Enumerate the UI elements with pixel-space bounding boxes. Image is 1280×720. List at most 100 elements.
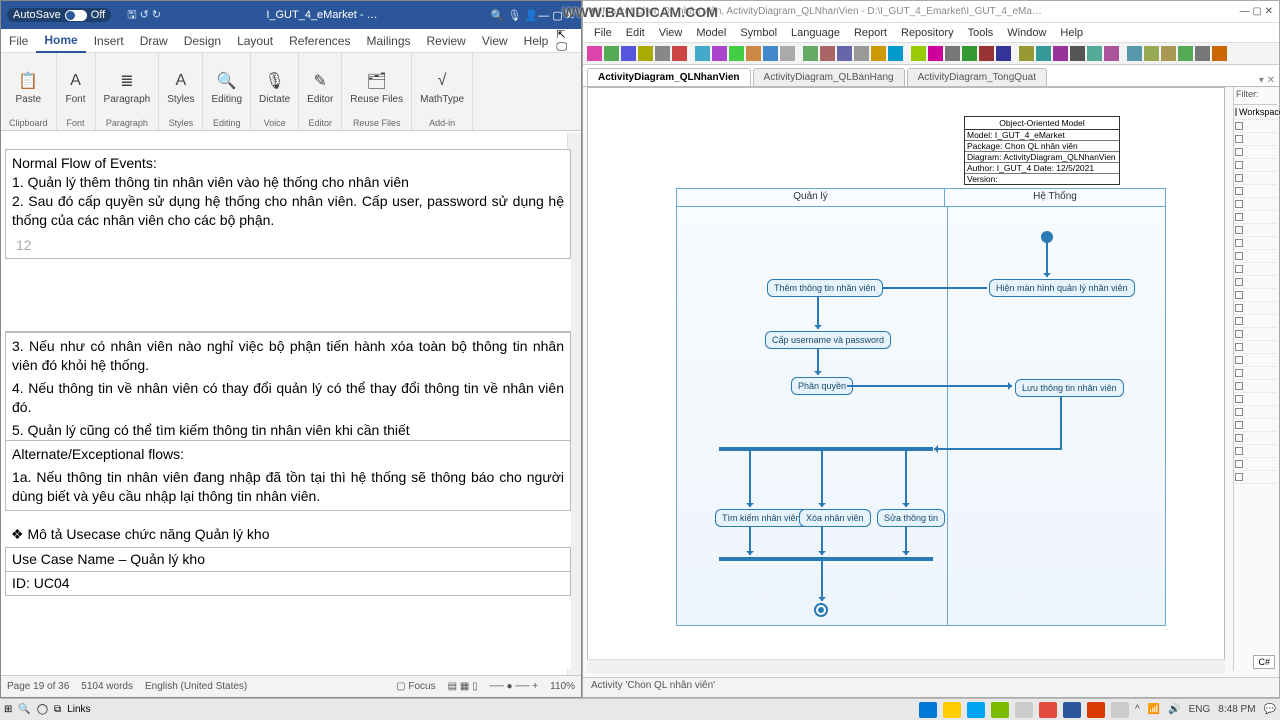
browser-item[interactable] xyxy=(1234,237,1277,250)
toolbar-button[interactable] xyxy=(837,46,852,61)
font-button[interactable]: AFont xyxy=(65,70,87,105)
toolbar-button[interactable] xyxy=(1104,46,1119,61)
share-button[interactable]: ⇱ 🖵 xyxy=(556,28,581,54)
browser-item[interactable] xyxy=(1234,393,1277,406)
horizontal-scrollbar[interactable] xyxy=(587,659,1225,673)
toolbar-button[interactable] xyxy=(1212,46,1227,61)
object-browser[interactable]: Filter: Workspace C# xyxy=(1233,87,1277,671)
taskbar-app-icon[interactable] xyxy=(967,702,985,718)
cortana-icon[interactable]: ◯ xyxy=(37,704,48,715)
toolbar-button[interactable] xyxy=(604,46,619,61)
system-tray[interactable]: ^ 📶 🔊 ENG 8:48 PM 💬 xyxy=(1135,704,1276,715)
paragraph-button[interactable]: ≣Paragraph xyxy=(104,70,151,105)
taskbar-app-icon[interactable] xyxy=(1063,702,1081,718)
toolbar-button[interactable] xyxy=(1070,46,1085,61)
toolbar-button[interactable] xyxy=(979,46,994,61)
toolbar-button[interactable] xyxy=(1195,46,1210,61)
taskbar-links[interactable]: Links xyxy=(67,704,90,715)
toolbar-button[interactable] xyxy=(871,46,886,61)
toolbar-button[interactable] xyxy=(888,46,903,61)
browser-item[interactable] xyxy=(1234,341,1277,354)
browser-item[interactable] xyxy=(1234,172,1277,185)
ribbon-tab-draw[interactable]: Draw xyxy=(132,30,176,52)
toolbar-button[interactable] xyxy=(638,46,653,61)
toolbar-button[interactable] xyxy=(1144,46,1159,61)
start-node[interactable] xyxy=(1041,231,1053,243)
toolbar-button[interactable] xyxy=(695,46,710,61)
activity-box[interactable]: Tìm kiếm nhân viên xyxy=(715,509,808,527)
editor-button[interactable]: ✎Editor xyxy=(307,70,333,105)
menu-repository[interactable]: Repository xyxy=(894,25,961,41)
end-node[interactable] xyxy=(814,603,828,617)
menu-tools[interactable]: Tools xyxy=(961,25,1001,41)
browser-item[interactable] xyxy=(1234,354,1277,367)
toolbar-button[interactable] xyxy=(911,46,926,61)
taskbar-app-icon[interactable] xyxy=(919,702,937,718)
taskview-icon[interactable]: ⧉ xyxy=(54,704,61,715)
taskbar-app-icon[interactable] xyxy=(943,702,961,718)
notifications-icon[interactable]: 💬 xyxy=(1264,704,1276,715)
search-icon[interactable]: 🔍 🎙 👤 xyxy=(491,9,538,22)
menu-report[interactable]: Report xyxy=(847,25,894,41)
browser-item[interactable] xyxy=(1234,289,1277,302)
pd-toolbar[interactable] xyxy=(583,43,1279,65)
zoom-slider[interactable]: ── ● ── + xyxy=(490,681,539,692)
menu-language[interactable]: Language xyxy=(784,25,847,41)
taskbar-app-icon[interactable] xyxy=(1087,702,1105,718)
zoom-level[interactable]: 110% xyxy=(550,681,575,692)
diagram-tab[interactable]: ActivityDiagram_TongQuat xyxy=(907,68,1047,86)
browser-item[interactable] xyxy=(1234,276,1277,289)
mathtype-button[interactable]: √MathType xyxy=(420,70,464,105)
toolbar-button[interactable] xyxy=(854,46,869,61)
focus-mode-button[interactable]: ▢ Focus xyxy=(396,681,435,692)
toolbar-button[interactable] xyxy=(996,46,1011,61)
search-icon[interactable]: 🔍 xyxy=(18,704,30,715)
browser-item[interactable] xyxy=(1234,380,1277,393)
autosave-toggle[interactable]: AutoSave Off xyxy=(7,8,111,22)
diagram-canvas[interactable]: Object-Oriented Model Model: I_GUT_4_eMa… xyxy=(587,87,1225,671)
clock[interactable]: 8:48 PM xyxy=(1218,704,1255,715)
browser-item[interactable] xyxy=(1234,328,1277,341)
start-button[interactable]: ⊞ xyxy=(4,704,12,715)
tray-icon[interactable]: ^ xyxy=(1135,704,1140,715)
activity-box[interactable]: Sửa thông tin xyxy=(877,509,945,527)
browser-item[interactable] xyxy=(1234,263,1277,276)
ribbon-tab-references[interactable]: References xyxy=(281,30,358,52)
toolbar-button[interactable] xyxy=(763,46,778,61)
toolbar-button[interactable] xyxy=(1161,46,1176,61)
toolbar-button[interactable] xyxy=(928,46,943,61)
browser-item[interactable] xyxy=(1234,133,1277,146)
fork-bar[interactable] xyxy=(719,447,933,451)
toolbar-button[interactable] xyxy=(1053,46,1068,61)
document-area[interactable]: Normal Flow of Events: 1. Quản lý thêm t… xyxy=(5,149,571,669)
styles-button[interactable]: AStyles xyxy=(167,70,194,105)
tab-controls[interactable]: ▾ ✕ xyxy=(1259,75,1275,86)
browser-item[interactable] xyxy=(1234,471,1277,484)
menu-help[interactable]: Help xyxy=(1053,25,1090,41)
toolbar-button[interactable] xyxy=(746,46,761,61)
toolbar-button[interactable] xyxy=(962,46,977,61)
page-indicator[interactable]: Page 19 of 36 xyxy=(7,681,69,692)
browser-item[interactable] xyxy=(1234,211,1277,224)
wifi-icon[interactable]: 📶 xyxy=(1148,704,1160,715)
taskbar-app-icon[interactable] xyxy=(1015,702,1033,718)
toolbar-button[interactable] xyxy=(729,46,744,61)
browser-item[interactable] xyxy=(1234,120,1277,133)
toolbar-button[interactable] xyxy=(820,46,835,61)
ribbon-tab-review[interactable]: Review xyxy=(419,30,474,52)
browser-item[interactable] xyxy=(1234,224,1277,237)
toolbar-button[interactable] xyxy=(1127,46,1142,61)
browser-root[interactable]: Workspace xyxy=(1234,105,1277,120)
toolbar-button[interactable] xyxy=(780,46,795,61)
ribbon-tab-view[interactable]: View xyxy=(474,30,516,52)
menu-symbol[interactable]: Symbol xyxy=(733,25,784,41)
taskbar-app-icon[interactable] xyxy=(1039,702,1057,718)
volume-icon[interactable]: 🔊 xyxy=(1168,704,1180,715)
browser-item[interactable] xyxy=(1234,458,1277,471)
toolbar-button[interactable] xyxy=(1036,46,1051,61)
ribbon-tab-mailings[interactable]: Mailings xyxy=(358,30,418,52)
ribbon-tab-layout[interactable]: Layout xyxy=(229,30,281,52)
browser-item[interactable] xyxy=(1234,406,1277,419)
taskbar-app-icon[interactable] xyxy=(991,702,1009,718)
browser-item[interactable] xyxy=(1234,146,1277,159)
